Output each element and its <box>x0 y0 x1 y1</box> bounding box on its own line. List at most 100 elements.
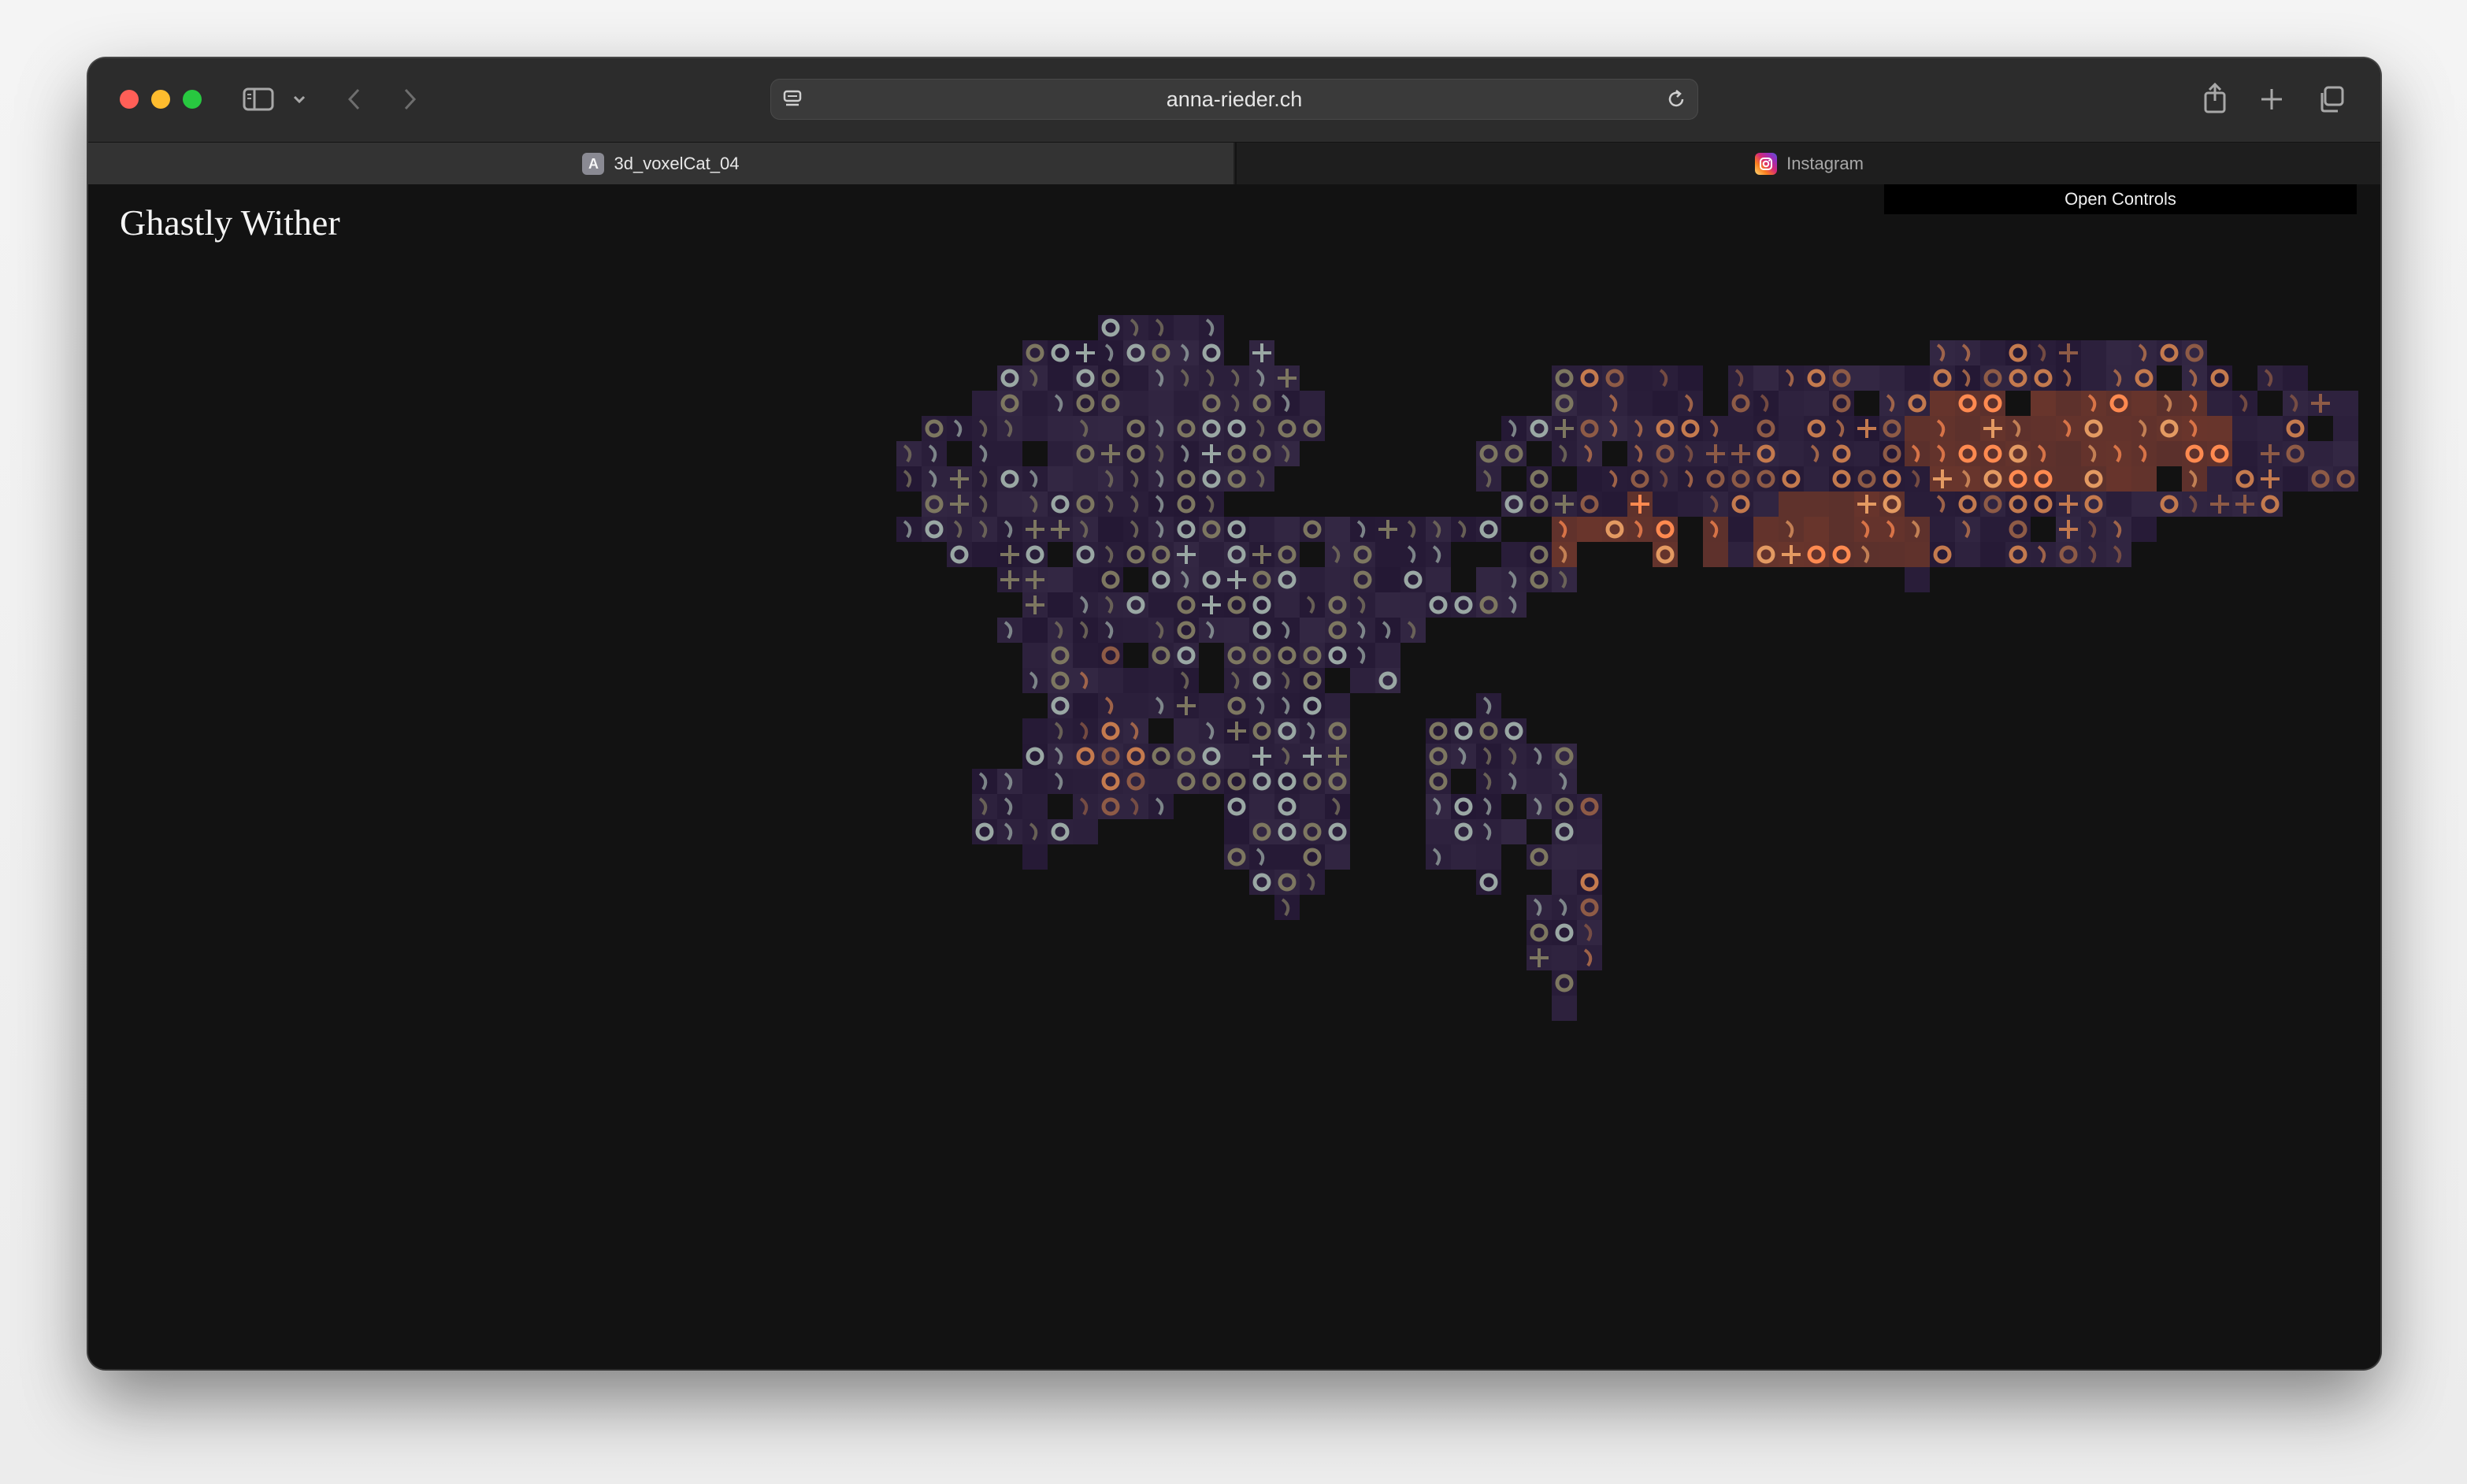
voxel-cell <box>1073 819 1098 844</box>
voxel-cell <box>2207 416 2232 441</box>
page-content: Ghastly Wither Open Controls <box>88 184 2380 1369</box>
sidebar-icon[interactable] <box>241 85 276 113</box>
address-bar[interactable]: anna-rieder.ch <box>770 79 1698 120</box>
voxel-cell <box>1905 416 1930 441</box>
voxel-cell <box>2232 441 2257 466</box>
voxel-cell <box>1148 391 1174 416</box>
voxel-cell <box>1980 542 2005 567</box>
voxel-cell <box>997 492 1022 517</box>
voxel-cell <box>1653 492 1678 517</box>
voxel-cell <box>1552 870 1577 895</box>
voxel-cell <box>1753 365 1779 391</box>
zoom-window-button[interactable] <box>183 90 202 109</box>
reload-icon[interactable] <box>1665 88 1687 114</box>
open-controls-button[interactable]: Open Controls <box>1884 184 2357 214</box>
voxel-cell <box>1249 517 1274 542</box>
instagram-icon <box>1755 153 1778 175</box>
voxel-cell <box>1426 567 1451 592</box>
voxel-cell <box>1728 416 1753 441</box>
voxel-cell <box>1627 365 1653 391</box>
voxel-cell <box>1350 668 1375 693</box>
voxel-cell <box>1224 618 1249 643</box>
voxel-cell <box>1048 567 1073 592</box>
minimize-window-button[interactable] <box>151 90 170 109</box>
voxel-cell <box>2333 441 2358 466</box>
voxel-cell <box>1980 517 2005 542</box>
voxel-cell <box>1199 693 1224 718</box>
voxel-cell <box>1879 365 1905 391</box>
tabs-icon[interactable] <box>2316 83 2347 115</box>
voxel-cell <box>1905 567 1930 592</box>
voxel-cell <box>1955 542 1980 567</box>
voxel-cell <box>1300 567 1325 592</box>
voxel-cell <box>1300 391 1325 416</box>
voxel-cell <box>1022 643 1048 668</box>
voxel-cell <box>2207 466 2232 492</box>
voxel-cell <box>1048 592 1073 618</box>
voxel-cell <box>1022 391 1048 416</box>
voxel-cell <box>1123 365 1148 391</box>
desktop: anna-rieder.ch A 3d_voxelCat_04 Instagra… <box>0 0 2467 1484</box>
voxel-cell <box>1955 416 1980 441</box>
voxel-cell <box>1804 466 1829 492</box>
voxel-cell <box>1905 492 1930 517</box>
voxel-cell <box>1552 945 1577 970</box>
tab-label: Instagram <box>1786 154 1864 173</box>
voxel-cell <box>1325 844 1350 870</box>
voxel-cell <box>1325 693 1350 718</box>
voxel-cell <box>2257 416 2283 441</box>
voxel-cell <box>1199 542 1224 567</box>
chevron-down-icon[interactable] <box>290 90 309 109</box>
tab-bar: A 3d_voxelCat_04 Instagram <box>88 142 2380 185</box>
voxel-cat-artwork[interactable] <box>88 184 2380 1369</box>
voxel-cell <box>2131 517 2157 542</box>
voxel-cell <box>2081 365 2106 391</box>
voxel-cell <box>1022 769 1048 794</box>
tab-instagram[interactable]: Instagram <box>1235 143 2380 185</box>
chevron-right-icon[interactable] <box>395 85 424 113</box>
voxel-cell <box>1022 416 1048 441</box>
voxel-cell <box>1098 416 1123 441</box>
tab-label: 3d_voxelCat_04 <box>614 154 740 173</box>
plus-icon[interactable] <box>2256 83 2287 115</box>
voxel-cell <box>1375 643 1400 668</box>
voxel-cell <box>1098 668 1123 693</box>
close-window-button[interactable] <box>120 90 139 109</box>
voxel-cell <box>2106 340 2131 365</box>
voxel-cell <box>1451 844 1476 870</box>
voxel-cell <box>1476 844 1501 870</box>
voxel-cell <box>997 441 1022 466</box>
voxel-cell <box>1148 769 1174 794</box>
voxel-cell <box>2131 492 2157 517</box>
voxel-cell <box>1300 794 1325 819</box>
voxel-cell <box>1728 542 1753 567</box>
voxel-cell <box>1577 819 1602 844</box>
voxel-cell <box>1022 844 1048 870</box>
browser-toolbar: anna-rieder.ch <box>88 58 2380 142</box>
voxel-cell <box>1073 567 1098 592</box>
voxel-cell <box>2308 441 2333 466</box>
voxel-cell <box>1552 996 1577 1021</box>
voxel-cell <box>1527 769 1552 794</box>
voxel-cell <box>1804 391 1829 416</box>
voxel-cell <box>1804 517 1829 542</box>
voxel-cell <box>1552 844 1577 870</box>
voxel-cell <box>1073 643 1098 668</box>
url-text[interactable]: anna-rieder.ch <box>770 79 1698 120</box>
voxel-cell <box>1753 517 1779 542</box>
voxel-cell <box>1123 618 1148 643</box>
voxel-cell <box>1602 492 1627 517</box>
voxel-cell <box>972 391 997 416</box>
voxel-cell <box>2283 466 2308 492</box>
tab-voxelcat[interactable]: A 3d_voxelCat_04 <box>88 143 1234 185</box>
voxel-cell <box>2283 365 2308 391</box>
voxel-cell <box>1779 492 1804 517</box>
voxel-cell <box>1224 819 1249 844</box>
voxel-cell <box>1678 492 1703 517</box>
voxel-cell <box>2056 391 2081 416</box>
share-icon[interactable] <box>2199 80 2231 115</box>
voxel-cell <box>1879 542 1905 567</box>
chevron-left-icon[interactable] <box>340 85 369 113</box>
voxel-cell <box>1375 567 1400 592</box>
voxel-cell <box>1224 744 1249 769</box>
